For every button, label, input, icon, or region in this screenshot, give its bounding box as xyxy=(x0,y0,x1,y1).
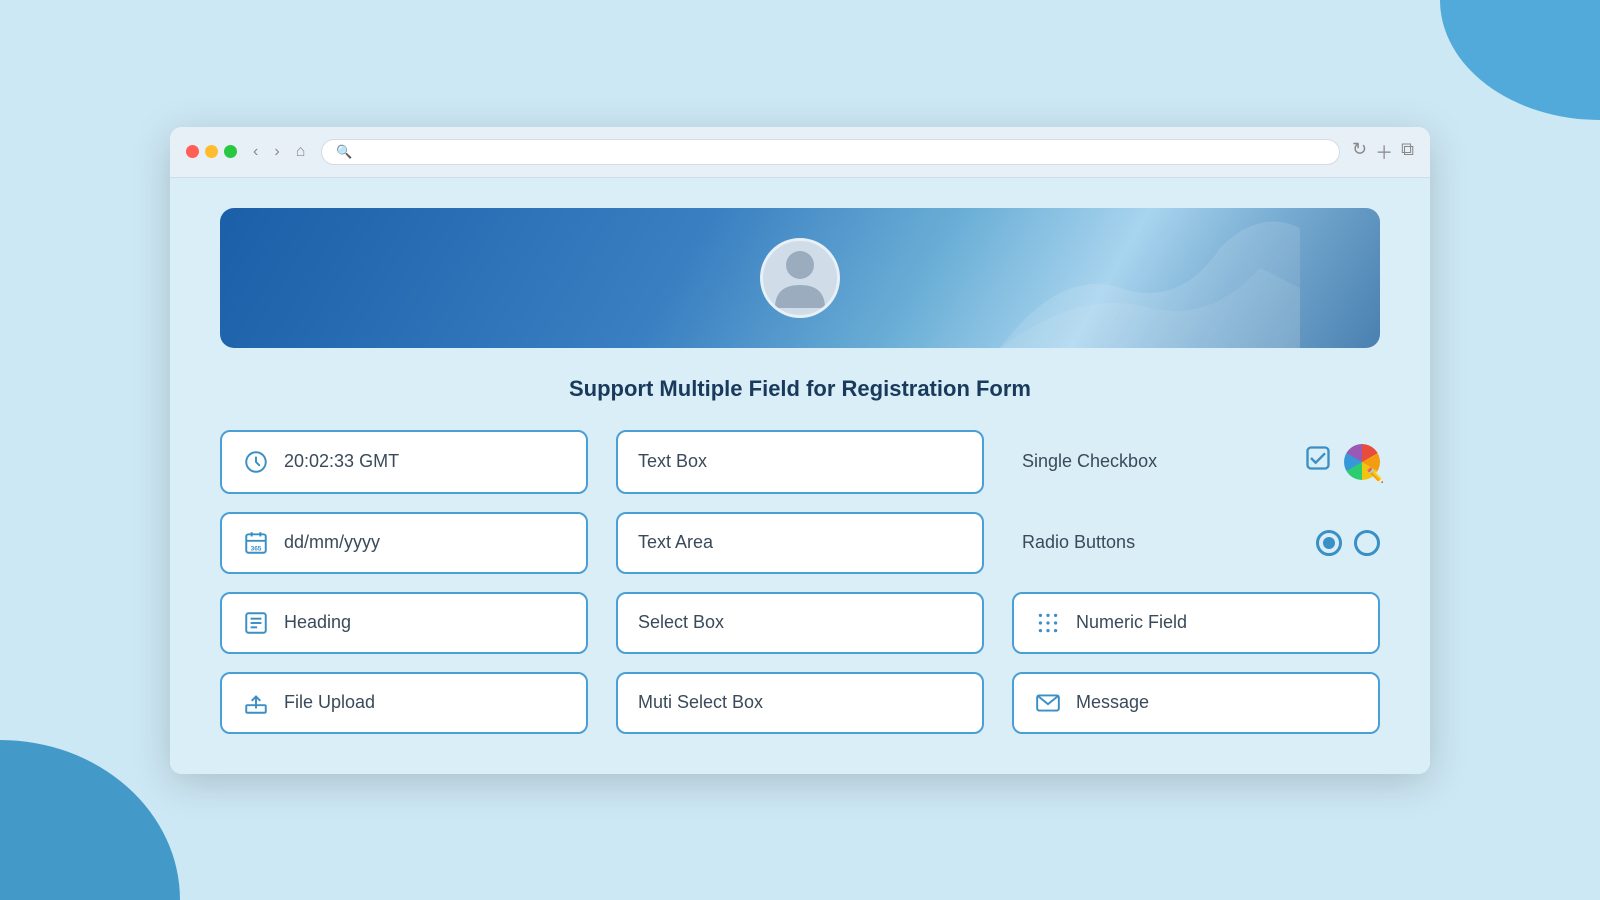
radio-dot xyxy=(1323,537,1335,549)
field-item-text-area[interactable]: Text Area xyxy=(616,512,984,574)
field-item-select[interactable]: Select Box xyxy=(616,592,984,654)
multiselect-label: Muti Select Box xyxy=(638,692,763,713)
address-bar[interactable]: 🔍 xyxy=(321,139,1340,165)
close-dot[interactable] xyxy=(186,145,199,158)
search-icon: 🔍 xyxy=(336,144,352,160)
calendar-icon: 365 xyxy=(242,530,270,556)
heading-label: Heading xyxy=(284,612,351,633)
field-item-numeric[interactable]: Numeric Field xyxy=(1012,592,1380,654)
field-item-radio[interactable]: Radio Buttons xyxy=(1012,512,1380,574)
field-item-upload[interactable]: File Upload xyxy=(220,672,588,734)
browser-window: ‹ › ⌂ 🔍 ↻ ＋ ⧉ xyxy=(170,127,1430,774)
date-label: dd/mm/yyyy xyxy=(284,532,380,553)
field-item-heading[interactable]: Heading xyxy=(220,592,588,654)
forward-button[interactable]: › xyxy=(270,141,283,163)
checkbox-label: Single Checkbox xyxy=(1022,451,1292,472)
field-item-multiselect[interactable]: Muti Select Box xyxy=(616,672,984,734)
time-label: 20:02:33 GMT xyxy=(284,451,399,472)
field-item-time[interactable]: 20:02:33 GMT xyxy=(220,430,588,494)
back-button[interactable]: ‹ xyxy=(249,141,262,163)
avatar xyxy=(760,238,840,318)
radio-label: Radio Buttons xyxy=(1022,532,1304,553)
decorative-blob-top xyxy=(1440,0,1600,120)
envelope-icon xyxy=(1034,690,1062,716)
browser-content: Support Multiple Field for Registration … xyxy=(170,178,1430,774)
field-item-message[interactable]: Message xyxy=(1012,672,1380,734)
new-tab-icon[interactable]: ＋ xyxy=(1375,139,1393,165)
decorative-blob-bottom xyxy=(0,740,180,900)
browser-toolbar: ‹ › ⌂ 🔍 ↻ ＋ ⧉ xyxy=(170,127,1430,178)
minimize-dot[interactable] xyxy=(205,145,218,158)
heading-icon xyxy=(242,610,270,636)
radio-empty-icon xyxy=(1354,530,1380,556)
upload-icon xyxy=(242,690,270,716)
hero-banner xyxy=(220,208,1380,348)
message-label: Message xyxy=(1076,692,1149,713)
browser-nav: ‹ › ⌂ xyxy=(249,141,309,163)
avatar-icon xyxy=(770,243,830,313)
color-wheel-icon xyxy=(1344,444,1380,480)
upload-label: File Upload xyxy=(284,692,375,713)
home-button[interactable]: ⌂ xyxy=(292,141,310,163)
grid-icon xyxy=(1034,610,1062,636)
numeric-label: Numeric Field xyxy=(1076,612,1187,633)
select-label: Select Box xyxy=(638,612,724,633)
tabs-icon[interactable]: ⧉ xyxy=(1401,139,1414,165)
radio-filled-icon xyxy=(1316,530,1342,556)
maximize-dot[interactable] xyxy=(224,145,237,158)
text-box-label: Text Box xyxy=(638,451,707,472)
field-item-date[interactable]: 365 dd/mm/yyyy xyxy=(220,512,588,574)
text-area-label: Text Area xyxy=(638,532,713,553)
browser-dots xyxy=(186,145,237,158)
clock-icon xyxy=(242,449,270,475)
checkbox-icon xyxy=(1304,444,1332,479)
field-item-text-box[interactable]: Text Box xyxy=(616,430,984,494)
browser-actions: ↻ ＋ ⧉ xyxy=(1352,139,1414,165)
refresh-icon[interactable]: ↻ xyxy=(1352,139,1367,165)
field-item-checkbox[interactable]: Single Checkbox xyxy=(1012,430,1380,494)
fields-grid: 20:02:33 GMT Text Box Single Checkbox xyxy=(220,430,1380,734)
svg-text:365: 365 xyxy=(251,545,262,552)
page-title: Support Multiple Field for Registration … xyxy=(220,376,1380,402)
hero-wave-decoration xyxy=(1000,208,1300,348)
